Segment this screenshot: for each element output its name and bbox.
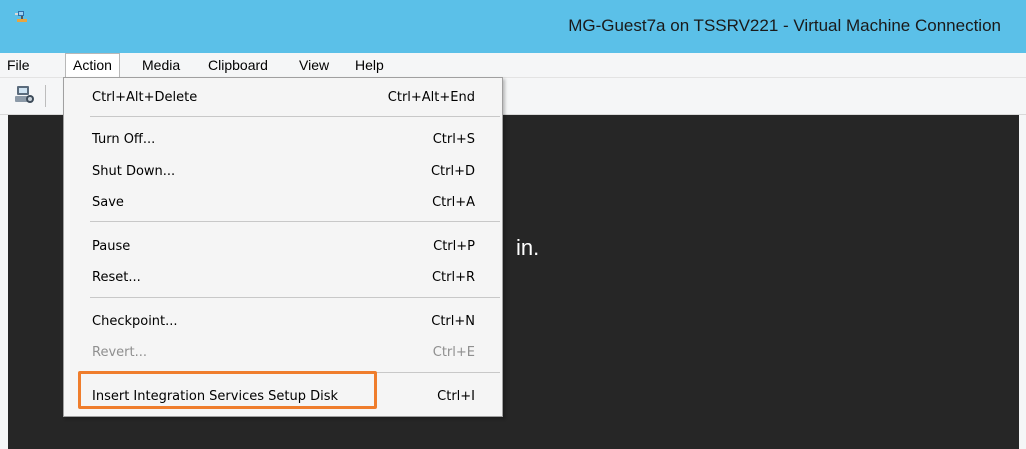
menu-item-shortcut: Ctrl+I xyxy=(437,389,475,404)
menu-item-shortcut: Ctrl+Alt+End xyxy=(387,90,475,105)
menu-item-label: Turn Off... xyxy=(92,132,156,147)
menu-item-reset[interactable]: Reset... Ctrl+R xyxy=(65,266,501,290)
vm-screen-text: in. xyxy=(516,235,540,260)
toolbar-separator xyxy=(45,85,46,107)
menu-item-revert: Revert... Ctrl+E xyxy=(65,341,501,365)
menu-separator xyxy=(90,116,500,117)
menu-file[interactable]: File xyxy=(0,53,37,77)
screen-frame-right xyxy=(1019,115,1026,449)
menu-view[interactable]: View xyxy=(292,53,336,77)
screen-frame-left xyxy=(0,115,8,449)
menu-item-shortcut: Ctrl+S xyxy=(432,132,475,147)
menu-separator xyxy=(90,297,500,298)
window-title: MG-Guest7a on TSSRV221 - Virtual Machine… xyxy=(568,16,1001,35)
menu-item-shortcut: Ctrl+E xyxy=(432,345,475,360)
action-menu-dropdown: Ctrl+Alt+Delete Ctrl+Alt+End Turn Off...… xyxy=(63,77,503,417)
menu-item-shortcut: Ctrl+D xyxy=(430,164,475,179)
menu-item-label: Revert... xyxy=(92,345,147,360)
menu-item-label: Pause xyxy=(92,239,131,254)
menu-action[interactable]: Action xyxy=(65,53,120,77)
menu-help[interactable]: Help xyxy=(348,53,391,77)
menu-item-shut-down[interactable]: Shut Down... Ctrl+D xyxy=(65,160,501,184)
menu-item-checkpoint[interactable]: Checkpoint... Ctrl+N xyxy=(65,310,501,334)
vm-connection-app-icon xyxy=(15,11,27,22)
menu-item-label: Checkpoint... xyxy=(92,314,178,329)
menu-item-pause[interactable]: Pause Ctrl+P xyxy=(65,235,501,259)
menu-item-label: Save xyxy=(92,195,124,210)
vm-connection-window: MG-Guest7a on TSSRV221 - Virtual Machine… xyxy=(0,0,1026,449)
menu-clipboard[interactable]: Clipboard xyxy=(201,53,275,77)
menu-item-label: Reset... xyxy=(92,270,141,285)
menu-item-save[interactable]: Save Ctrl+A xyxy=(65,191,501,215)
menu-media[interactable]: Media xyxy=(135,53,187,77)
menu-item-label: Shut Down... xyxy=(92,164,176,179)
ctrl-alt-del-icon[interactable] xyxy=(13,83,37,107)
menu-item-shortcut: Ctrl+N xyxy=(431,314,475,329)
menu-item-turn-off[interactable]: Turn Off... Ctrl+S xyxy=(65,128,501,152)
menu-item-label: Ctrl+Alt+Delete xyxy=(92,90,198,105)
menu-bar: File Action Media Clipboard View Help xyxy=(0,53,1026,78)
menu-item-shortcut: Ctrl+R xyxy=(431,270,475,285)
highlight-box xyxy=(78,371,377,409)
menu-separator xyxy=(90,221,500,222)
title-bar[interactable]: MG-Guest7a on TSSRV221 - Virtual Machine… xyxy=(0,0,1026,53)
menu-item-ctrl-alt-delete[interactable]: Ctrl+Alt+Delete Ctrl+Alt+End xyxy=(65,86,501,110)
menu-item-shortcut: Ctrl+A xyxy=(432,195,475,210)
menu-item-shortcut: Ctrl+P xyxy=(433,239,475,254)
